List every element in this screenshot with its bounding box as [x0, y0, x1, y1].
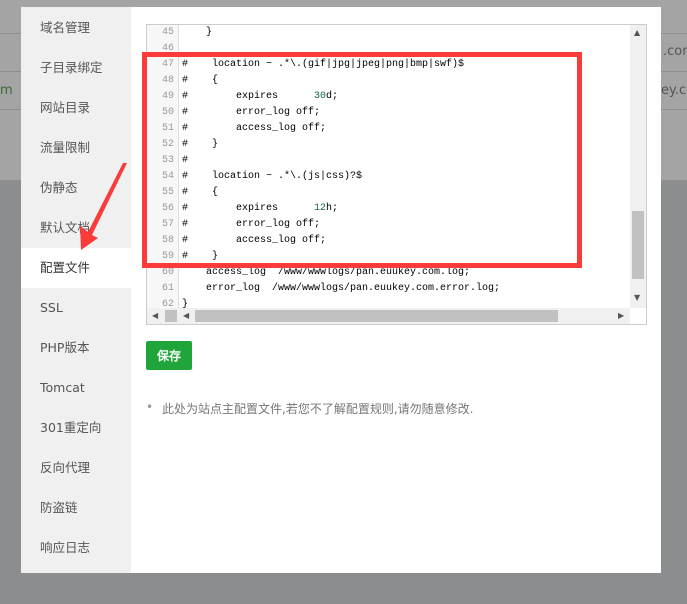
annotation-arrow-icon: [80, 163, 127, 250]
